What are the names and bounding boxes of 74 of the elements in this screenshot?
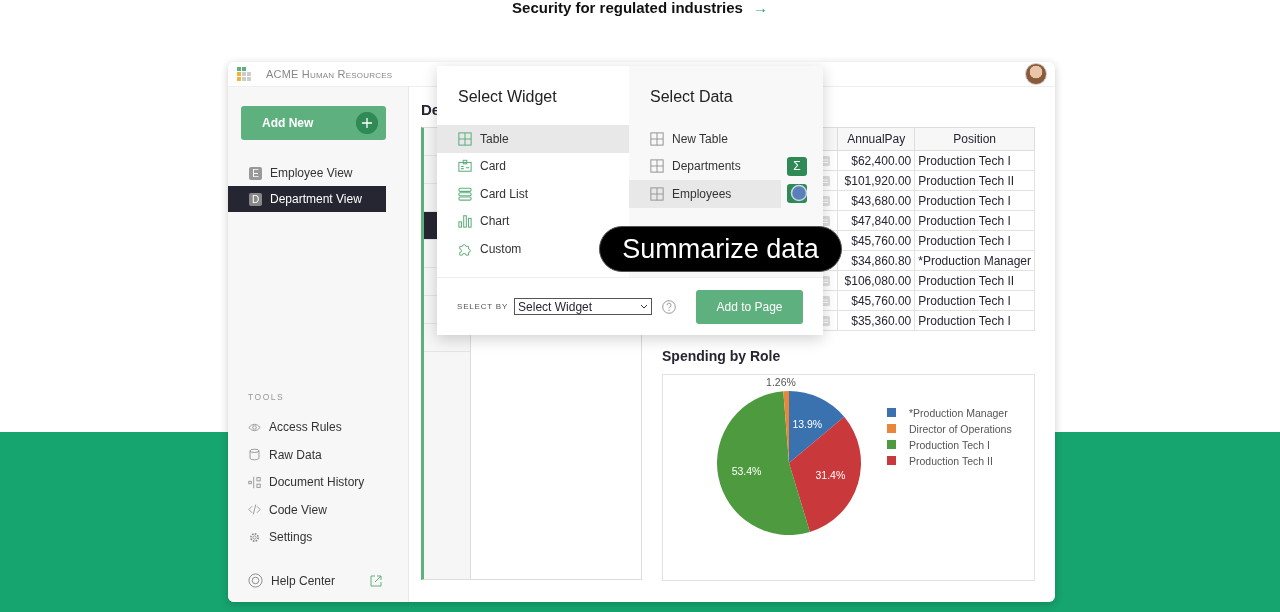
select-by-label: SELECT BY <box>457 302 509 311</box>
legend-label: *Production Manager <box>909 406 1008 419</box>
table-icon <box>650 131 664 146</box>
data-label: 31.4% <box>815 469 846 482</box>
avatar[interactable] <box>1025 63 1047 85</box>
data-label: 53.4% <box>731 465 762 477</box>
table-cell: Production Tech II <box>914 270 1035 291</box>
legend-label: Production Tech I <box>909 438 990 451</box>
settings-icon <box>248 530 261 544</box>
table-cell: Production Tech I <box>914 290 1035 311</box>
data-option[interactable]: Departments <box>629 152 781 180</box>
table-cell: $35,360.00 <box>837 310 915 331</box>
widget-option[interactable]: Card <box>437 152 629 180</box>
table-cell: Production Tech II <box>914 170 1035 191</box>
table-cell: $62,400.00 <box>837 150 915 171</box>
column-header: AnnualPay <box>837 127 915 151</box>
legend-label: Production Tech II <box>909 454 993 467</box>
table-cell: $45,760.00 <box>837 290 915 311</box>
table-cell: *Production Manager <box>914 250 1035 271</box>
data-option[interactable]: New Table <box>629 125 781 153</box>
tool-link[interactable]: Settings <box>269 530 313 545</box>
tool-link[interactable]: Code View <box>269 502 327 517</box>
help-link[interactable]: Help Center <box>271 573 336 588</box>
caret-icon <box>640 303 649 310</box>
section-heading: TOOLS <box>247 391 286 402</box>
table-cell: $106,080.00 <box>837 270 915 291</box>
page-badge: D <box>249 192 262 206</box>
card-list-icon <box>458 186 472 201</box>
table-icon <box>650 159 664 174</box>
table-cell: Production Tech I <box>914 190 1035 211</box>
tool-link[interactable]: Document History <box>269 475 365 490</box>
table-cell: $43,680.00 <box>837 190 915 211</box>
select-by-dropdown[interactable]: Select Widget <box>514 298 653 315</box>
external-link-icon <box>370 574 383 587</box>
widget-option[interactable]: Table <box>437 125 629 153</box>
popup-heading: Select Data <box>649 87 734 107</box>
code-icon <box>248 503 261 517</box>
summarize-button[interactable]: Σ <box>787 156 807 176</box>
cursor-icon <box>790 184 808 202</box>
plus-icon <box>356 112 378 134</box>
banner-link[interactable]: Security for regulated industries <box>512 0 743 16</box>
chart-title: Spending by Role <box>662 348 782 364</box>
data-option[interactable]: Employees <box>629 180 781 208</box>
table-cell: $101,920.00 <box>837 170 915 191</box>
table-cell: Production Tech I <box>914 230 1035 251</box>
tool-link[interactable]: Raw Data <box>269 447 322 462</box>
table-icon <box>650 186 664 201</box>
table-cell: $47,840.00 <box>837 210 915 231</box>
data-label: 13.9% <box>792 417 823 430</box>
card-icon <box>458 159 472 174</box>
puzzle-icon <box>458 241 472 256</box>
tooltip: Summarize data <box>599 226 842 272</box>
legend-label: Director of Operations <box>909 422 1012 435</box>
grid-logo-icon <box>236 66 252 82</box>
table-cell: Production Tech I <box>914 210 1035 231</box>
arrow-icon: → <box>752 0 768 16</box>
lifebuoy-icon <box>248 573 263 588</box>
bar-chart-icon <box>458 214 472 229</box>
page-label: Department View <box>270 192 362 206</box>
page-item[interactable]: E Employee View <box>228 160 386 186</box>
app-title: ACME Human Resources <box>266 68 393 80</box>
history-icon <box>248 475 261 489</box>
table-icon <box>458 131 472 146</box>
popup-heading: Select Widget <box>457 87 558 107</box>
table-cell: Production Tech I <box>914 150 1035 171</box>
page-label: Employee View <box>270 166 353 180</box>
widget-option[interactable]: Card List <box>437 180 629 208</box>
column-header: Position <box>914 127 1035 151</box>
tool-link[interactable]: Access Rules <box>269 420 342 435</box>
data-label: 1.26% <box>766 376 796 388</box>
page-item[interactable]: D Department View <box>228 186 386 212</box>
page-badge: E <box>249 166 262 180</box>
table-cell: Production Tech I <box>914 310 1035 331</box>
database-icon <box>248 448 261 462</box>
